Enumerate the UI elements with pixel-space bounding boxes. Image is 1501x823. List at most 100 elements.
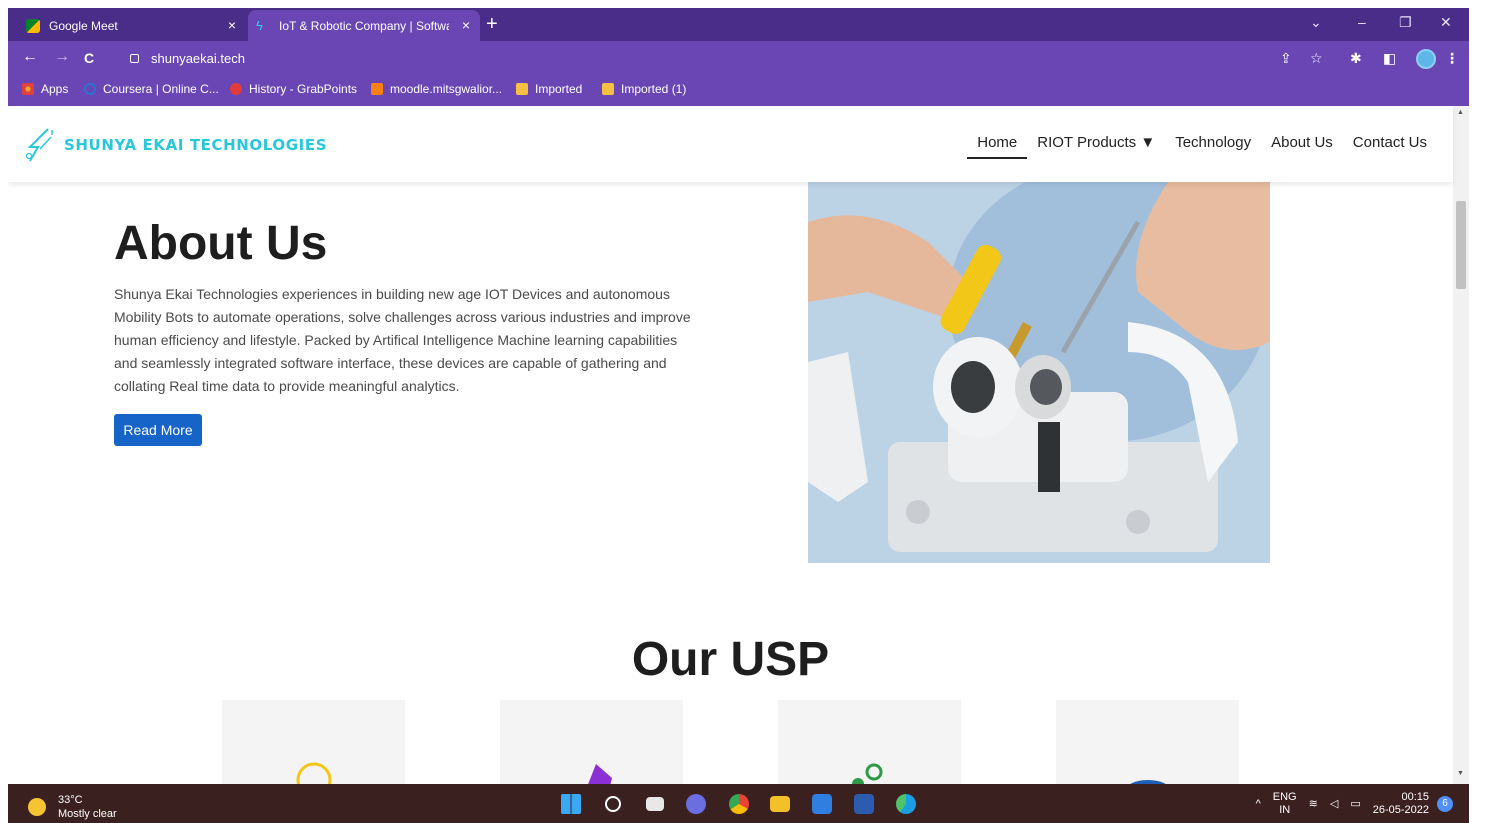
page-viewport: SHUNYA EKAI TECHNOLOGIES Home RIOT Produ…	[8, 106, 1469, 784]
tab-close-icon[interactable]: ×	[228, 17, 236, 33]
gears-icon	[852, 763, 883, 784]
page-scrollbar[interactable]: ▲ ▼	[1453, 106, 1469, 784]
search-icon[interactable]	[605, 796, 621, 812]
read-more-button[interactable]: Read More	[114, 414, 202, 446]
bookmark-label: Imported (1)	[621, 82, 687, 96]
bookmark-grabpoints[interactable]: History - GrabPoints	[230, 82, 357, 96]
tab-strip: Google Meet × ϟ IoT & Robotic Company | …	[8, 8, 1469, 41]
bolt-icon	[588, 764, 612, 784]
scroll-up-icon[interactable]: ▲	[1457, 109, 1464, 116]
restore-button[interactable]: ❐	[1399, 14, 1412, 31]
wifi-icon[interactable]: ≋	[1309, 798, 1318, 811]
bookmark-apps[interactable]: Apps	[22, 82, 68, 96]
start-icon[interactable]	[561, 794, 581, 814]
clock-time: 00:15	[1401, 791, 1429, 803]
language-indicator[interactable]: ENG IN	[1273, 791, 1297, 817]
tab-google-meet[interactable]: Google Meet ×	[18, 10, 246, 41]
weather-desc: Mostly clear	[58, 808, 117, 820]
forward-button[interactable]: →	[54, 48, 70, 66]
back-button[interactable]: ←	[22, 48, 38, 66]
logo-icon[interactable]	[24, 127, 54, 163]
moon-weather-icon	[28, 798, 46, 816]
taskbar: 33°C Mostly clear ^ ENG IN ≋ ◁ ▭ 00:15 2…	[8, 784, 1469, 823]
lightbulb-icon	[296, 762, 332, 784]
bookmark-star-icon[interactable]: ☆	[1310, 50, 1323, 67]
bookmark-label: History - GrabPoints	[249, 82, 358, 96]
usp-card[interactable]	[222, 700, 405, 784]
word-icon[interactable]	[854, 794, 874, 814]
reload-button[interactable]: C	[84, 50, 94, 66]
bookmark-imported[interactable]: Imported	[516, 82, 582, 96]
bookmark-label: Coursera | Online C...	[103, 82, 219, 96]
menu-icon[interactable]: ⋮	[1445, 50, 1459, 67]
usp-card[interactable]	[500, 700, 683, 784]
tray-chevron-icon[interactable]: ^	[1256, 798, 1261, 811]
close-window-button[interactable]: ✕	[1440, 14, 1452, 31]
address-bar[interactable]: shunyaekai.tech	[110, 46, 1350, 71]
main-nav: Home RIOT Products ▼ Technology About Us…	[967, 133, 1437, 159]
profile-avatar[interactable]	[1416, 49, 1436, 69]
about-heading: About Us	[114, 217, 328, 270]
side-panel-icon[interactable]: ◧	[1383, 50, 1396, 67]
bookmark-label: Apps	[41, 82, 69, 96]
folder-icon	[602, 83, 614, 95]
minimize-button[interactable]: –	[1358, 14, 1366, 30]
site-favicon-icon: ϟ	[256, 17, 263, 33]
drone-repair-image	[808, 182, 1270, 563]
bookmarks-bar: Apps Coursera | Online C... History - Gr…	[8, 76, 1469, 106]
file-explorer-icon[interactable]	[770, 796, 790, 812]
weather-widget[interactable]: 33°C Mostly clear	[28, 793, 117, 821]
extensions-icon[interactable]: ✱	[1350, 50, 1362, 67]
share-icon[interactable]: ⇪	[1280, 50, 1292, 67]
coursera-icon	[84, 83, 96, 95]
volume-icon[interactable]: ◁	[1330, 798, 1338, 811]
bookmark-imported-1[interactable]: Imported (1)	[602, 82, 686, 96]
teams-chat-icon[interactable]	[686, 794, 706, 814]
address-text: shunyaekai.tech	[151, 51, 245, 66]
clock-date: 26-05-2022	[1372, 804, 1429, 816]
screen: Google Meet × ϟ IoT & Robotic Company | …	[0, 0, 1501, 823]
usp-card[interactable]	[1056, 700, 1239, 784]
system-tray: ^ ENG IN ≋ ◁ ▭ 00:15 26-05-2022 6	[1244, 791, 1453, 817]
tab-title: IoT & Robotic Company | Softwa	[279, 18, 449, 33]
weather-temp: 33°C	[58, 794, 83, 806]
tab-close-icon[interactable]: ×	[462, 17, 470, 33]
scroll-thumb[interactable]	[1456, 201, 1466, 289]
notification-badge[interactable]: 6	[1437, 796, 1453, 812]
lock-icon	[130, 54, 139, 63]
tab-title: Google Meet	[49, 18, 118, 33]
nav-technology[interactable]: Technology	[1165, 133, 1261, 159]
scroll-down-icon[interactable]: ▼	[1457, 770, 1464, 777]
store-icon[interactable]	[812, 794, 832, 814]
battery-icon[interactable]: ▭	[1350, 798, 1360, 811]
nav-about-us[interactable]: About Us	[1261, 133, 1343, 159]
new-tab-button[interactable]: +	[486, 14, 498, 34]
bookmark-label: Imported	[535, 82, 583, 96]
tab-search-icon[interactable]: ⌄	[1310, 14, 1322, 31]
nav-riot-products[interactable]: RIOT Products ▼	[1027, 133, 1165, 159]
logo-text[interactable]: SHUNYA EKAI TECHNOLOGIES	[64, 136, 327, 154]
nav-home[interactable]: Home	[967, 133, 1028, 159]
drone-illustration	[808, 182, 1270, 563]
chrome-icon[interactable]	[729, 794, 749, 814]
globe-icon	[1130, 780, 1166, 784]
tab-shunyaekai[interactable]: ϟ IoT & Robotic Company | Softwa ×	[248, 10, 480, 41]
moodle-icon	[371, 83, 383, 95]
site-header: SHUNYA EKAI TECHNOLOGIES Home RIOT Produ…	[8, 106, 1453, 182]
lang-code: ENG	[1272, 791, 1297, 803]
google-meet-icon	[26, 18, 40, 33]
usp-card[interactable]	[778, 700, 961, 784]
edge-icon[interactable]	[896, 794, 916, 814]
browser-toolbar: ← → C shunyaekai.tech ⇪ ☆ ✱ ◧ ⋮	[8, 41, 1469, 76]
lang-region: IN	[1279, 804, 1291, 816]
task-view-icon[interactable]	[646, 797, 664, 811]
apps-grid-icon	[22, 83, 34, 95]
bookmark-label: moodle.mitsgwalior...	[390, 82, 503, 96]
clock[interactable]: 00:15 26-05-2022	[1373, 791, 1429, 817]
grabpoints-icon	[230, 83, 242, 95]
bookmark-moodle[interactable]: moodle.mitsgwalior...	[371, 82, 502, 96]
nav-contact-us[interactable]: Contact Us	[1343, 133, 1437, 159]
about-paragraph: Shunya Ekai Technologies experiences in …	[114, 286, 691, 394]
bookmark-coursera[interactable]: Coursera | Online C...	[84, 82, 219, 96]
usp-heading: Our USP	[631, 633, 830, 686]
